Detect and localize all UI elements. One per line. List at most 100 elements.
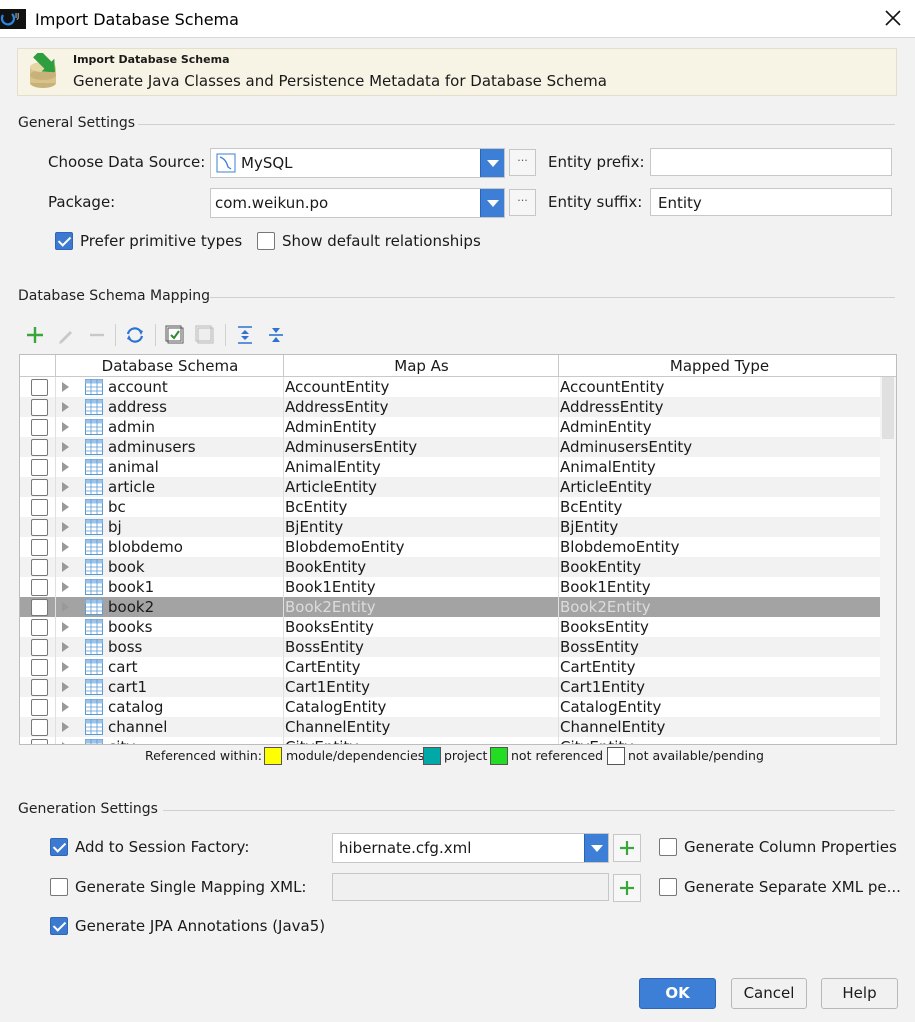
single-mapping-input[interactable]	[332, 873, 609, 901]
cancel-button[interactable]: Cancel	[731, 978, 807, 1009]
expand-arrow-icon[interactable]	[62, 402, 69, 412]
expand-arrow-icon[interactable]	[62, 462, 69, 472]
table-row[interactable]: animal AnimalEntity AnimalEntity	[20, 457, 880, 477]
schema-mapping-table[interactable]: Database Schema Map As Mapped Type accou…	[19, 354, 897, 745]
table-scrollbar[interactable]	[880, 377, 896, 744]
mapped-type-cell[interactable]: CartEntity	[560, 658, 636, 676]
expand-arrow-icon[interactable]	[62, 702, 69, 712]
expand-arrow-icon[interactable]	[62, 482, 69, 492]
table-row[interactable]: article ArticleEntity ArticleEntity	[20, 477, 880, 497]
mapped-type-cell[interactable]: AdminEntity	[560, 418, 652, 436]
mapped-type-cell[interactable]: AccountEntity	[560, 378, 664, 396]
entity-prefix-input[interactable]	[650, 148, 892, 176]
refresh-icon[interactable]	[124, 324, 146, 346]
table-row[interactable]: cart CartEntity CartEntity	[20, 657, 880, 677]
expand-arrow-icon[interactable]	[62, 442, 69, 452]
row-checkbox[interactable]	[31, 539, 48, 556]
mapped-type-cell[interactable]: Cart1Entity	[560, 678, 645, 696]
add-single-mapping-button[interactable]	[613, 874, 641, 902]
add-icon[interactable]	[24, 324, 46, 346]
table-row[interactable]: cart1 Cart1Entity Cart1Entity	[20, 677, 880, 697]
expand-arrow-icon[interactable]	[62, 642, 69, 652]
map-as-cell[interactable]: AdminEntity	[285, 418, 377, 436]
row-checkbox[interactable]	[31, 599, 48, 616]
table-row[interactable]: adminusers AdminusersEntity AdminusersEnti…	[20, 437, 880, 457]
mapped-type-cell[interactable]: CatalogEntity	[560, 698, 661, 716]
expand-arrow-icon[interactable]	[62, 582, 69, 592]
row-checkbox[interactable]	[31, 459, 48, 476]
map-as-cell[interactable]: AccountEntity	[285, 378, 389, 396]
remove-icon[interactable]	[86, 324, 108, 346]
row-checkbox[interactable]	[31, 399, 48, 416]
row-checkbox[interactable]	[31, 679, 48, 696]
row-checkbox[interactable]	[31, 519, 48, 536]
map-as-cell[interactable]: Cart1Entity	[285, 678, 370, 696]
row-checkbox[interactable]	[31, 439, 48, 456]
row-checkbox[interactable]	[31, 719, 48, 736]
table-row[interactable]: city CityEntity CityEntity	[20, 737, 880, 744]
help-button[interactable]: Help	[821, 978, 898, 1009]
row-checkbox[interactable]	[31, 559, 48, 576]
table-row[interactable]: blobdemo BlobdemoEntity BlobdemoEntity	[20, 537, 880, 557]
row-checkbox[interactable]	[31, 379, 48, 396]
row-checkbox[interactable]	[31, 479, 48, 496]
column-header-schema[interactable]: Database Schema	[56, 357, 284, 375]
collapse-all-icon[interactable]	[265, 324, 287, 346]
table-row[interactable]: book2 Book2Entity Book2Entity	[20, 597, 880, 617]
table-row[interactable]: boss BossEntity BossEntity	[20, 637, 880, 657]
map-as-cell[interactable]: BcEntity	[285, 498, 347, 516]
map-as-cell[interactable]: CartEntity	[285, 658, 361, 676]
column-header-mapped-type[interactable]: Mapped Type	[559, 357, 880, 375]
session-factory-combo[interactable]: hibernate.cfg.xml	[332, 833, 609, 863]
chevron-down-icon[interactable]	[480, 189, 504, 217]
prefer-primitive-checkbox[interactable]	[55, 232, 73, 250]
close-icon[interactable]	[884, 9, 902, 27]
scrollbar-thumb[interactable]	[882, 377, 894, 439]
column-properties-checkbox[interactable]	[659, 838, 677, 856]
chevron-down-icon[interactable]	[480, 149, 504, 177]
mapped-type-cell[interactable]: ArticleEntity	[560, 478, 652, 496]
mapped-type-cell[interactable]: CityEntity	[560, 738, 633, 744]
single-mapping-checkbox[interactable]	[50, 878, 68, 896]
package-browse-button[interactable]: ···	[509, 189, 536, 216]
expand-arrow-icon[interactable]	[62, 522, 69, 532]
expand-arrow-icon[interactable]	[62, 562, 69, 572]
mapped-type-cell[interactable]: AnimalEntity	[560, 458, 656, 476]
jpa-annotations-checkbox[interactable]	[50, 917, 68, 935]
mapped-type-cell[interactable]: AddressEntity	[560, 398, 664, 416]
table-row[interactable]: book BookEntity BookEntity	[20, 557, 880, 577]
mapped-type-cell[interactable]: AdminusersEntity	[560, 438, 692, 456]
row-checkbox[interactable]	[31, 699, 48, 716]
mapped-type-cell[interactable]: BjEntity	[560, 518, 618, 536]
row-checkbox[interactable]	[31, 659, 48, 676]
mapped-type-cell[interactable]: Book1Entity	[560, 578, 651, 596]
package-combo[interactable]: com.weikun.po	[210, 188, 505, 218]
row-checkbox[interactable]	[31, 739, 48, 744]
row-checkbox[interactable]	[31, 619, 48, 636]
map-as-cell[interactable]: BossEntity	[285, 638, 364, 656]
map-as-cell[interactable]: AddressEntity	[285, 398, 389, 416]
expand-arrow-icon[interactable]	[62, 502, 69, 512]
separate-xml-checkbox[interactable]	[659, 878, 677, 896]
table-row[interactable]: books BooksEntity BooksEntity	[20, 617, 880, 637]
map-as-cell[interactable]: ChannelEntity	[285, 718, 390, 736]
session-factory-checkbox[interactable]	[50, 838, 68, 856]
expand-arrow-icon[interactable]	[62, 422, 69, 432]
table-row[interactable]: account AccountEntity AccountEntity	[20, 377, 880, 397]
table-row[interactable]: admin AdminEntity AdminEntity	[20, 417, 880, 437]
ok-button[interactable]: OK	[639, 978, 716, 1009]
uncheck-all-icon[interactable]	[194, 324, 216, 346]
mapped-type-cell[interactable]: Book2Entity	[560, 598, 651, 616]
map-as-cell[interactable]: Book1Entity	[285, 578, 376, 596]
row-checkbox[interactable]	[31, 419, 48, 436]
table-row[interactable]: catalog CatalogEntity CatalogEntity	[20, 697, 880, 717]
data-source-combo[interactable]: MySQL	[210, 148, 505, 178]
table-row[interactable]: channel ChannelEntity ChannelEntity	[20, 717, 880, 737]
mapped-type-cell[interactable]: BooksEntity	[560, 618, 649, 636]
map-as-cell[interactable]: BjEntity	[285, 518, 343, 536]
edit-icon[interactable]	[55, 324, 77, 346]
map-as-cell[interactable]: BlobdemoEntity	[285, 538, 405, 556]
column-header-map-as[interactable]: Map As	[284, 357, 559, 375]
add-session-factory-button[interactable]	[613, 834, 641, 862]
expand-arrow-icon[interactable]	[62, 742, 69, 744]
